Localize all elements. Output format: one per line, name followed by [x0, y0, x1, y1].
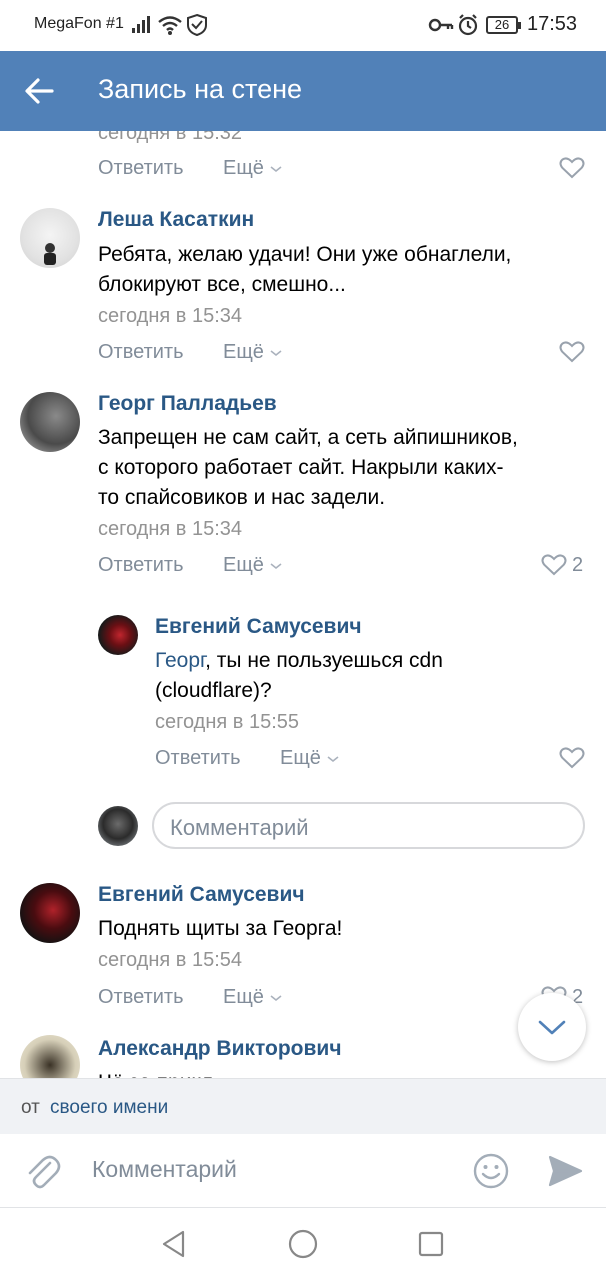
- recents-square-icon[interactable]: [415, 1228, 447, 1260]
- reply-button[interactable]: Ответить: [155, 747, 241, 770]
- more-label: Ещё: [223, 157, 264, 179]
- reply-input-placeholder: Комментарий: [170, 815, 309, 840]
- comment-text-rest: , ты не пользуешься cdn: [205, 649, 443, 672]
- comment-text-line: то спайсовиков и нас задели.: [98, 486, 386, 509]
- comment-author[interactable]: Александр Викторович: [98, 1037, 342, 1061]
- status-bar: MegaFon #1 26 17:53: [0, 0, 606, 51]
- reply-button[interactable]: Ответить: [98, 157, 184, 180]
- reply-button[interactable]: Ответить: [98, 341, 184, 364]
- alarm-icon: [458, 14, 478, 36]
- comment-text-line: (cloudflare)?: [155, 679, 272, 702]
- more-button[interactable]: Ещё: [223, 157, 283, 180]
- post-as-bar: от своего имени: [0, 1078, 606, 1134]
- heart-icon[interactable]: [559, 746, 585, 770]
- arrow-left-icon: [25, 78, 54, 104]
- chevron-down-icon: [270, 350, 282, 357]
- chevron-down-icon: [270, 563, 282, 570]
- comment-text-line: Запрещен не сам сайт, а сеть айпишников,: [98, 426, 518, 449]
- more-button[interactable]: Ещё: [223, 341, 283, 364]
- comment-author[interactable]: Евгений Самусевич: [155, 615, 362, 639]
- chevron-down-icon: [270, 995, 282, 1002]
- signal-icon: [132, 16, 150, 33]
- comment-composer: Комментарий: [0, 1134, 606, 1208]
- more-label: Ещё: [223, 986, 264, 1008]
- comment-date: сегодня в 15:54: [98, 949, 242, 971]
- my-avatar: [98, 806, 138, 846]
- more-button[interactable]: Ещё: [223, 986, 283, 1009]
- comment-input[interactable]: Комментарий: [92, 1156, 237, 1183]
- comment-author[interactable]: Леша Касаткин: [98, 208, 254, 232]
- scroll-down-button[interactable]: [518, 993, 586, 1061]
- clock: 17:53: [527, 13, 578, 35]
- comment-author[interactable]: Георг Палладьев: [98, 392, 277, 416]
- heart-icon[interactable]: [559, 156, 585, 180]
- page-title: Запись на стене: [98, 74, 303, 104]
- more-button[interactable]: Ещё: [280, 747, 340, 770]
- more-label: Ещё: [280, 747, 321, 769]
- avatar[interactable]: [20, 208, 80, 268]
- mention-link[interactable]: Георг: [155, 649, 205, 672]
- comment-text-line: Георг, ты не пользуешься cdn: [155, 646, 443, 676]
- comment-date: сегодня в 15:32: [98, 131, 242, 144]
- more-label: Ещё: [223, 554, 264, 576]
- chevron-down-icon: [538, 1020, 566, 1035]
- avatar[interactable]: [20, 883, 80, 943]
- chevron-down-icon: [327, 756, 339, 763]
- chevron-down-icon: [270, 166, 282, 173]
- avatar[interactable]: [20, 392, 80, 452]
- comment-text-line: с которого работает сайт. Накрыли каких-: [98, 456, 504, 479]
- avatar[interactable]: [98, 615, 138, 655]
- comment-text-line: Чё за прикл: [98, 1068, 213, 1078]
- comment-text-line: Поднять щиты за Георга!: [98, 917, 343, 940]
- wifi-icon: [158, 16, 182, 35]
- comment-author[interactable]: Евгений Самусевич: [98, 883, 305, 907]
- post-as-identity-link[interactable]: своего имени: [50, 1097, 168, 1119]
- heart-icon[interactable]: [541, 553, 567, 577]
- send-icon[interactable]: [546, 1152, 584, 1190]
- reply-button[interactable]: Ответить: [98, 986, 184, 1009]
- comment-date: сегодня в 15:55: [155, 711, 299, 733]
- app-header: Запись на стене: [0, 51, 606, 131]
- avatar[interactable]: [20, 1035, 80, 1078]
- back-triangle-icon[interactable]: [158, 1228, 190, 1260]
- home-circle-icon[interactable]: [287, 1228, 319, 1260]
- reply-button[interactable]: Ответить: [98, 554, 184, 577]
- comment-date: сегодня в 15:34: [98, 305, 242, 327]
- battery-indicator: 26: [486, 16, 521, 34]
- comment-text-line: блокируют все, смешно...: [98, 273, 346, 296]
- more-button[interactable]: Ещё: [223, 554, 283, 577]
- paperclip-icon[interactable]: [22, 1151, 62, 1191]
- system-nav-bar: [0, 1208, 606, 1280]
- smile-icon[interactable]: [472, 1152, 510, 1190]
- comment-date: сегодня в 15:34: [98, 518, 242, 540]
- like-count: 2: [572, 554, 584, 576]
- person-silhouette-icon: [44, 243, 56, 265]
- heart-icon[interactable]: [559, 340, 585, 364]
- vpn-shield-icon: [187, 13, 207, 37]
- comment-text-line: Ребята, желаю удачи! Они уже обнаглели,: [98, 243, 512, 266]
- key-icon: [428, 18, 454, 32]
- comments-feed[interactable]: сегодня в 15:32 Ответить Ещё Леша Касатк…: [0, 131, 606, 1078]
- back-button[interactable]: [18, 69, 62, 113]
- reply-comment-input[interactable]: Комментарий: [152, 802, 585, 849]
- post-as-prefix: от: [21, 1097, 40, 1118]
- more-label: Ещё: [223, 341, 264, 363]
- carrier-name: MegaFon #1: [34, 15, 124, 32]
